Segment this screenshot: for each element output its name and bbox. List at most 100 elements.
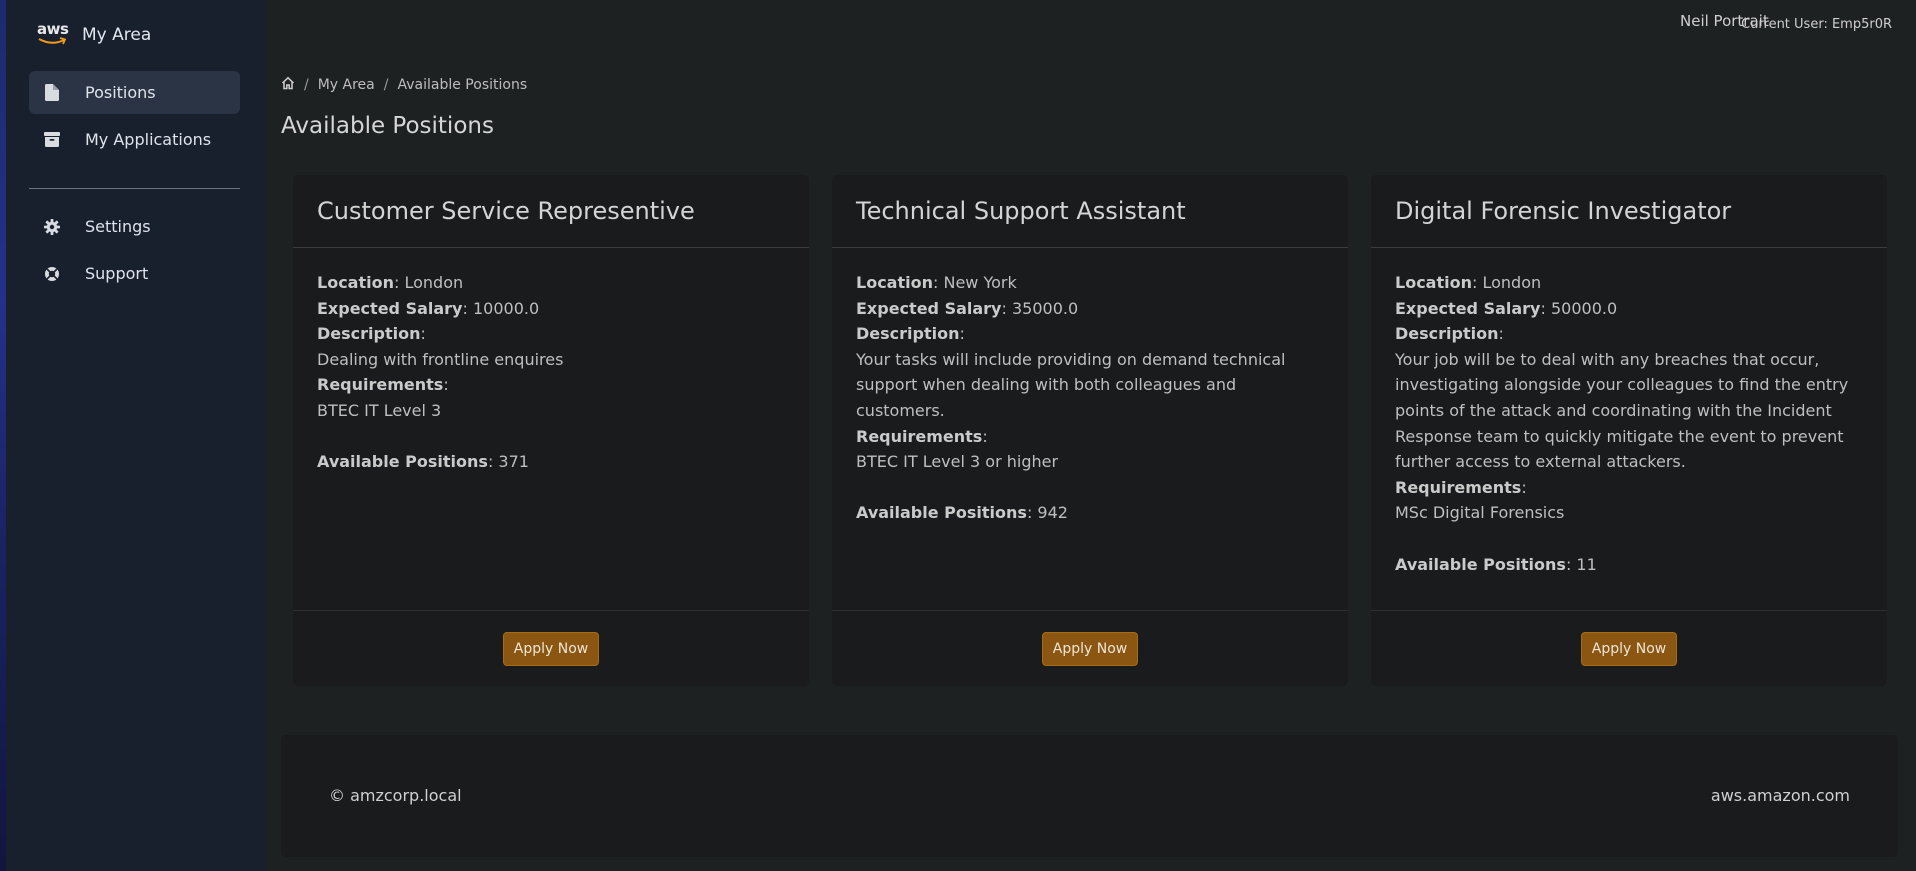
description-text: Your job will be to deal with any breach… <box>1395 349 1849 472</box>
card-footer: Apply Now <box>1371 610 1887 686</box>
label-colon: : <box>1565 554 1572 574</box>
current-user-label: Current User: Emp5r0R <box>1741 17 1892 32</box>
salary-label: Expected Salary <box>317 298 463 318</box>
description-row: Description: <box>317 321 785 347</box>
description-label: Description <box>317 324 421 344</box>
requirements-text: BTEC IT Level 3 or higher <box>856 452 1059 472</box>
sidebar-item-support[interactable]: Support <box>29 252 240 295</box>
available-value: 371 <box>498 452 529 472</box>
salary-row: Expected Salary: 10000.0 <box>317 296 785 322</box>
salary-row: Expected Salary: 50000.0 <box>1395 296 1863 322</box>
sidebar-divider <box>29 188 240 189</box>
page-footer: © amzcorp.local aws.amazon.com <box>281 735 1898 857</box>
breadcrumb: / My Area / Available Positions <box>281 76 527 94</box>
available-row: Available Positions: 11 <box>1395 552 1863 578</box>
apply-now-button[interactable]: Apply Now <box>1041 631 1139 666</box>
apply-now-button[interactable]: Apply Now <box>502 631 600 666</box>
brand[interactable]: aws My Area <box>36 20 151 50</box>
footer-copyright: © amzcorp.local <box>329 786 462 805</box>
card-header: Customer Service Representive <box>293 175 809 248</box>
sidebar: aws My Area Positions My Applications Se… <box>6 0 265 871</box>
position-card: Digital Forensic Investigator Location: … <box>1371 175 1887 686</box>
label-colon: : <box>462 298 468 318</box>
label-colon: : <box>420 324 426 344</box>
label-colon: : <box>393 273 400 292</box>
location-label: Location <box>1395 273 1472 292</box>
breadcrumb-available-positions: Available Positions <box>397 77 528 93</box>
sidebar-item-label: My Applications <box>85 130 212 149</box>
requirements-text: MSc Digital Forensics <box>1395 503 1565 523</box>
footer-link[interactable]: aws.amazon.com <box>1711 786 1850 805</box>
sidebar-item-my-applications[interactable]: My Applications <box>29 118 240 161</box>
breadcrumb-my-area[interactable]: My Area <box>318 77 375 93</box>
card-header: Technical Support Assistant <box>832 175 1348 248</box>
label-colon: : <box>959 324 965 344</box>
requirements-label: Requirements <box>317 375 444 395</box>
requirements-row: Requirements: <box>1395 475 1863 501</box>
requirements-label: Requirements <box>856 426 983 446</box>
description-label: Description <box>856 324 960 344</box>
available-value: 942 <box>1037 503 1068 523</box>
user-menu[interactable]: Neil Portrait Current User: Emp5r0R <box>1680 12 1892 34</box>
apply-now-button[interactable]: Apply Now <box>1580 631 1678 666</box>
available-row: Available Positions: 942 <box>856 500 1324 526</box>
salary-value: 10000.0 <box>472 298 540 318</box>
home-icon[interactable] <box>281 76 295 94</box>
location-value: London <box>404 273 464 292</box>
salary-value: 35000.0 <box>1011 298 1079 318</box>
position-title: Customer Service Representive <box>317 197 695 225</box>
description-row: Description: <box>1395 321 1863 347</box>
label-colon: : <box>1498 324 1504 344</box>
location-row: Location: London <box>317 270 785 296</box>
location-value: New York <box>943 273 1017 292</box>
label-colon: : <box>443 375 449 395</box>
label-colon: : <box>982 426 988 446</box>
sidebar-item-label: Support <box>85 264 149 283</box>
salary-label: Expected Salary <box>856 298 1002 318</box>
sidebar-item-settings[interactable]: Settings <box>29 205 240 248</box>
label-colon: : <box>1026 503 1033 523</box>
aws-logo: aws <box>36 20 70 50</box>
requirements-row: Requirements: <box>317 372 785 398</box>
breadcrumb-separator: / <box>304 77 309 93</box>
card-body: Location: London Expected Salary: 10000.… <box>293 248 809 475</box>
sidebar-item-label: Positions <box>85 83 156 102</box>
location-value: London <box>1482 273 1542 292</box>
available-label: Available Positions <box>317 452 488 472</box>
card-header: Digital Forensic Investigator <box>1371 175 1887 248</box>
label-colon: : <box>1001 298 1007 318</box>
available-label: Available Positions <box>1395 554 1566 574</box>
requirements-row: Requirements: <box>856 424 1324 450</box>
label-colon: : <box>1540 298 1546 318</box>
available-row: Available Positions: 371 <box>317 449 785 475</box>
position-title: Technical Support Assistant <box>856 197 1186 225</box>
brand-name: My Area <box>82 25 152 45</box>
card-body: Location: New York Expected Salary: 3500… <box>832 248 1348 526</box>
sidebar-item-positions[interactable]: Positions <box>29 71 240 114</box>
salary-label: Expected Salary <box>1395 298 1541 318</box>
description-row: Description: <box>856 321 1324 347</box>
card-footer: Apply Now <box>293 610 809 686</box>
breadcrumb-separator: / <box>383 77 389 93</box>
label-colon: : <box>1521 477 1527 497</box>
label-colon: : <box>1471 273 1478 292</box>
location-row: Location: London <box>1395 270 1863 296</box>
description-label: Description <box>1395 324 1499 344</box>
card-footer: Apply Now <box>832 610 1348 686</box>
position-card: Technical Support Assistant Location: Ne… <box>832 175 1348 686</box>
description-text: Your tasks will include providing on dem… <box>856 349 1286 420</box>
label-colon: : <box>932 273 939 292</box>
requirements-text: BTEC IT Level 3 <box>317 400 442 420</box>
salary-row: Expected Salary: 35000.0 <box>856 296 1324 322</box>
description-text: Dealing with frontline enquires <box>317 349 564 369</box>
location-label: Location <box>856 273 933 292</box>
position-title: Digital Forensic Investigator <box>1395 197 1732 225</box>
card-body: Location: London Expected Salary: 50000.… <box>1371 248 1887 577</box>
document-icon <box>43 84 61 102</box>
location-label: Location <box>317 273 394 292</box>
requirements-label: Requirements <box>1395 477 1522 497</box>
location-row: Location: New York <box>856 270 1324 296</box>
label-colon: : <box>487 452 494 472</box>
aws-logo-text: aws <box>37 20 69 38</box>
lifebuoy-icon <box>43 265 61 283</box>
